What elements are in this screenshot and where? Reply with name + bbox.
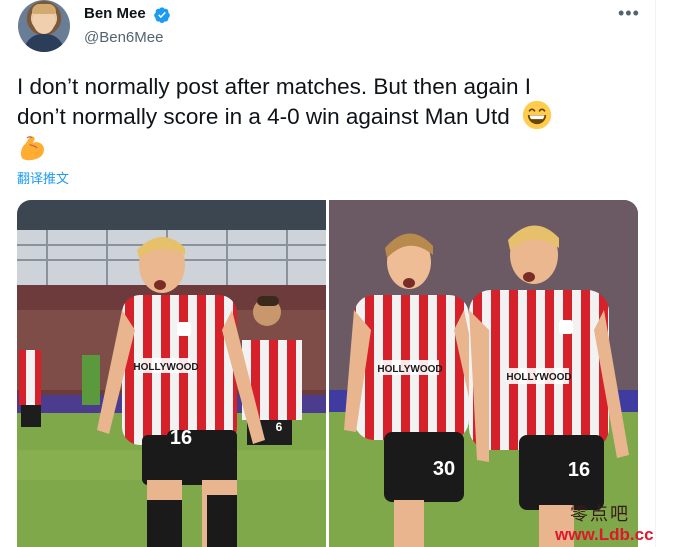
photo-right[interactable]: HOLLYWOOD 30 HOLLYWOOD 16: [329, 200, 638, 547]
grinning-face-icon: [522, 100, 552, 130]
left-back-number: 6: [276, 420, 283, 434]
avatar-hair: [32, 4, 56, 14]
watermark-url: www.Ldb.cc: [555, 525, 654, 544]
tweet-text-line-2: don’t normally score in a 4-0 win agains…: [17, 100, 632, 132]
right-sponsor-text-1: HOLLYWOOD: [377, 364, 442, 375]
right-shirt-number-16: 16: [568, 459, 590, 481]
right-sponsor-text-2: HOLLYWOOD: [506, 372, 571, 383]
flexed-biceps-icon: [20, 136, 44, 161]
tweet-text: I don’t normally post after matches. But…: [17, 72, 632, 163]
left-shirt-number: 16: [170, 427, 192, 449]
right-shirt-number-30: 30: [433, 458, 455, 480]
tweet-media[interactable]: HOLLYWOOD 16 6 HOLLYWOOD 30 HOLLYWOOD 16: [17, 200, 638, 547]
tweet-text-line-3: [17, 132, 632, 163]
timeline-border: [655, 0, 675, 547]
author-name[interactable]: Ben Mee: [84, 5, 146, 22]
avatar[interactable]: [18, 0, 70, 52]
photo-left[interactable]: HOLLYWOOD 16 6: [17, 200, 326, 547]
left-sponsor-text: HOLLYWOOD: [133, 362, 198, 373]
translate-tweet-link[interactable]: 翻译推文: [17, 168, 69, 187]
watermark-top: 零点吧: [570, 504, 630, 525]
tweet-text-line-1: I don’t normally post after matches. But…: [17, 74, 532, 99]
more-options-icon[interactable]: •••: [618, 3, 640, 24]
avatar-body: [24, 34, 64, 52]
author-handle[interactable]: @Ben6Mee: [84, 29, 163, 46]
verified-badge-icon: [154, 7, 170, 24]
tweet-text-line-2-content: don’t normally score in a 4-0 win agains…: [17, 104, 510, 129]
